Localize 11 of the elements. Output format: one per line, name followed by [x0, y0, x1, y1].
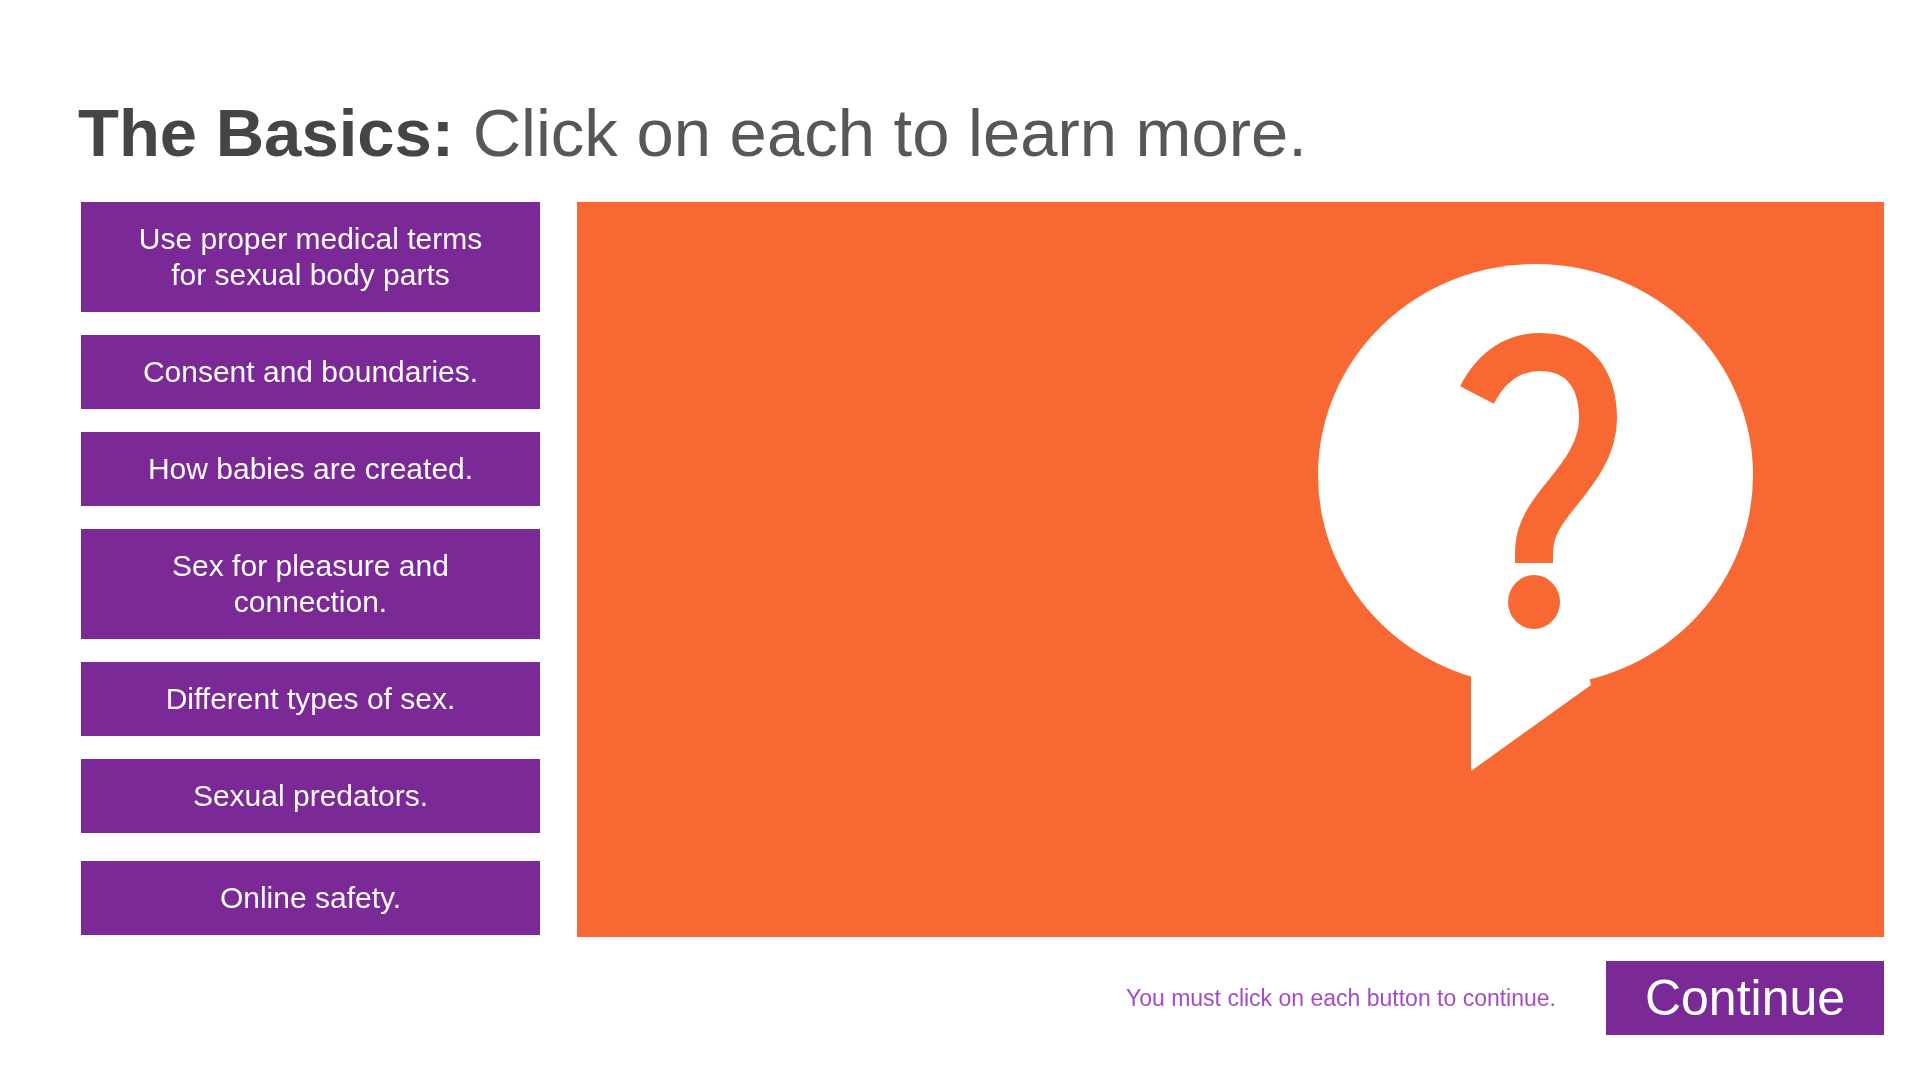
instruction-text: You must click on each button to continue. [1125, 984, 1556, 1012]
topic-button[interactable]: Sex for pleasure and connection. [81, 529, 540, 639]
continue-button[interactable]: Continue [1606, 961, 1884, 1035]
topic-button[interactable]: Different types of sex. [81, 662, 540, 736]
topic-button[interactable]: Consent and boundaries. [81, 335, 540, 409]
topic-button[interactable]: How babies are created. [81, 432, 540, 506]
topic-button[interactable]: Online safety. [81, 861, 540, 935]
page-title: The Basics: Click on each to learn more. [78, 94, 1307, 172]
question-bubble-icon [1318, 264, 1753, 771]
topic-button[interactable]: Sexual predators. [81, 759, 540, 833]
topic-button[interactable]: Use proper medical terms for sexual body parts [81, 202, 540, 312]
